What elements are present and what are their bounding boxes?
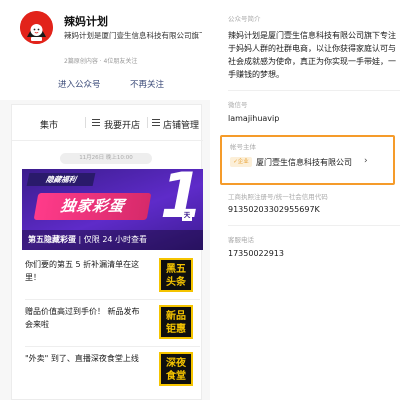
license-label: 工商执照注册号/统一社会信用代码 (228, 193, 328, 201)
account-feed: 集市 我要开店 店铺管理 11月26日 晚上10:00 隐藏福利 独家彩蛋 1 … (11, 104, 203, 400)
account-preview-panel: 辣妈计划 辣妈计划是厦门壹生信息科技有限公司旗下专注于妈妈人群的社群电商，以让.… (0, 0, 210, 400)
message-timestamp: 11月26日 晚上10:00 (60, 153, 152, 164)
banner-caption-rest: | 仅限 24 小时查看 (78, 235, 148, 244)
menu-divider (147, 117, 148, 128)
license-value: 91350203302955697K (228, 205, 320, 214)
account-menu-bar: 集市 我要开店 店铺管理 (12, 105, 203, 141)
account-intro: 辣妈计划是厦门壹生信息科技有限公司旗下专注于妈妈人群的社群电商，以让... (64, 31, 202, 40)
wechat-id-value: lamajihuavip (228, 114, 280, 123)
account-meta: 2篇原创内容 · 4位朋友关注 (64, 58, 138, 65)
menu-divider (85, 117, 86, 128)
account-intro-full: 辣妈计划是厦门壹生信息科技有限公司旗下专注于妈妈人群的社群电商，以让你获得家庭认… (228, 31, 396, 79)
list-item[interactable]: "外卖" 到了、直播深夜食堂上线 深夜 食堂 (22, 349, 203, 391)
service-phone-label: 客服电话 (228, 236, 254, 244)
intro-label: 公众号简介 (228, 15, 261, 23)
article-thumbnail: 黑五 头条 (159, 258, 193, 292)
wechat-id-label: 微信号 (228, 101, 248, 109)
account-name: 辣妈计划 (64, 15, 108, 28)
account-subject-label: 帐号主体 (230, 143, 256, 151)
divider (228, 90, 400, 91)
menu-item-open-shop[interactable]: 我要开店 (104, 118, 140, 131)
banner-tag: 隐藏福利 (26, 173, 96, 186)
verified-badge: ✓企业 (230, 157, 252, 167)
menu-lines-icon (92, 119, 100, 126)
list-divider (25, 346, 200, 347)
list-divider (25, 299, 200, 300)
menu-item-market[interactable]: 集市 (40, 118, 58, 131)
enter-account-button[interactable]: 进入公众号 (58, 78, 101, 90)
banner-caption: 第五隐藏彩蛋 | 仅限 24 小时查看 (22, 230, 203, 250)
article-title: 赠品价值高过到手价！ 新品发布会来啦 (25, 307, 140, 329)
article-title: 你们要的第五 5 折补漏清单在这里！ (25, 260, 140, 282)
service-phone-value: 17350022913 (228, 249, 284, 258)
banner-day-label: 天 (182, 210, 192, 221)
article-title: "外卖" 到了、直播深夜食堂上线 (25, 354, 139, 363)
article-thumbnail: 新品 钜惠 (159, 305, 193, 339)
menu-item-shop-management[interactable]: 店铺管理 (163, 118, 199, 131)
article-thumbnail: 深夜 食堂 (159, 352, 193, 386)
unfollow-button[interactable]: 不再关注 (130, 78, 164, 90)
banner-article[interactable]: 隐藏福利 独家彩蛋 1 天 第五隐藏彩蛋 | 仅限 24 小时查看 (22, 169, 203, 250)
account-details-panel: 公众号简介 辣妈计划是厦门壹生信息科技有限公司旗下专注于妈妈人群的社群电商，以让… (210, 0, 405, 400)
avatar-face-icon (20, 11, 53, 44)
chevron-right-icon: › (364, 156, 368, 166)
list-item[interactable]: 赠品价值高过到手价！ 新品发布会来啦 新品 钜惠 (22, 302, 203, 344)
menu-lines-icon (152, 119, 160, 126)
banner-headline: 独家彩蛋 (33, 193, 152, 220)
list-item[interactable]: 你们要的第五 5 折补漏清单在这里！ 黑五 头条 (22, 255, 203, 297)
account-subject-value: 厦门壹生信息科技有限公司 (256, 158, 352, 167)
profile-card: 辣妈计划 辣妈计划是厦门壹生信息科技有限公司旗下专注于妈妈人群的社群电商，以让.… (0, 0, 210, 100)
divider (228, 225, 400, 226)
account-avatar (20, 11, 53, 44)
account-subject-row[interactable]: 帐号主体 ✓企业 厦门壹生信息科技有限公司 › (220, 135, 395, 185)
banner-caption-bold: 第五隐藏彩蛋 (28, 235, 76, 244)
